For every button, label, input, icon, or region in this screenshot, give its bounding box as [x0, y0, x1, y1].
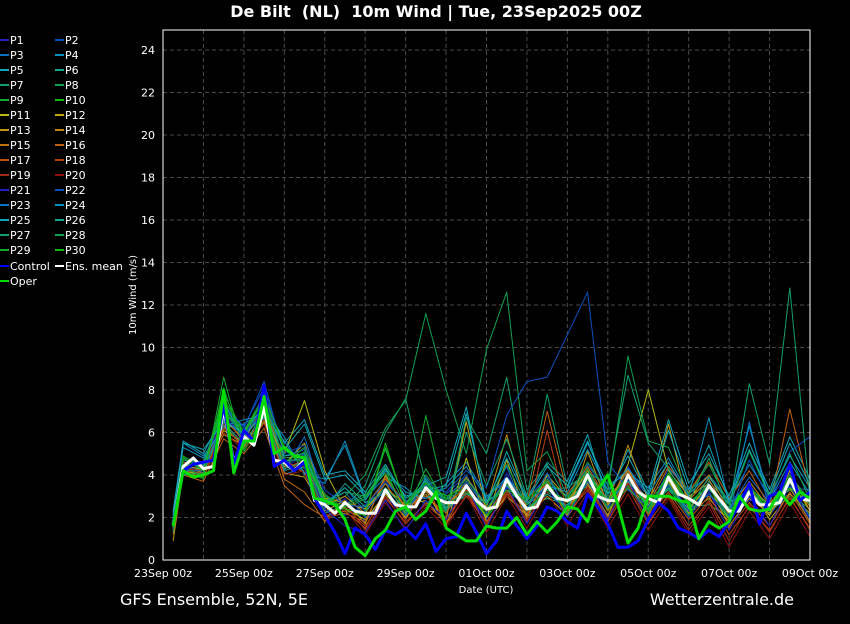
legend-label-p21: P21	[10, 184, 31, 197]
legend-label-p1: P1	[10, 34, 24, 47]
legend-label-p27: P27	[10, 229, 31, 242]
legend-label-p10: P10	[65, 94, 86, 107]
brand-label: Wetterzentrale.de	[650, 590, 794, 609]
legend-label-p11: P11	[10, 109, 31, 122]
x-tick-label: 07Oct 00z	[701, 567, 758, 580]
legend-label-p24: P24	[65, 199, 86, 212]
x-axis-ticks: 23Sep 00z 25Sep 00z 27Sep 00z 29Sep 00z 01Oc…	[134, 567, 838, 580]
x-axis-label: Date (UTC)	[459, 585, 514, 596]
y-tick-label: 10	[141, 341, 155, 354]
y-tick-label: 18	[141, 171, 155, 184]
chart-title: De Bilt (NL) 10m Wind | Tue, 23Sep2025 0…	[230, 2, 642, 22]
legend-label-p28: P28	[65, 229, 86, 242]
legend-label-control: Control	[10, 260, 50, 273]
x-tick-label: 09Oct 00z	[782, 567, 839, 580]
y-tick-label: 24	[141, 44, 155, 57]
y-tick-label: 8	[148, 384, 155, 397]
y-tick-label: 16	[141, 214, 155, 227]
legend-label-p20: P20	[65, 169, 86, 182]
legend-label-p7: P7	[10, 79, 24, 92]
x-tick-label: 03Oct 00z	[539, 567, 596, 580]
x-tick-label: 01Oct 00z	[458, 567, 515, 580]
legend-label-p4: P4	[65, 49, 79, 62]
legend-label-p15: P15	[10, 139, 31, 152]
legend-label-oper: Oper	[10, 275, 37, 288]
legend-label-p9: P9	[10, 94, 24, 107]
y-tick-label: 20	[141, 129, 155, 142]
y-tick-label: 22	[141, 86, 155, 99]
legend-label-p17: P17	[10, 154, 31, 167]
legend-label-p5: P5	[10, 64, 24, 77]
x-tick-label: 29Sep 00z	[377, 567, 435, 580]
legend-label-p8: P8	[65, 79, 79, 92]
x-tick-label: 05Oct 00z	[620, 567, 677, 580]
legend-label-p23: P23	[10, 199, 31, 212]
y-tick-label: 12	[141, 299, 155, 312]
y-tick-label: 2	[148, 511, 155, 524]
legend-label-p13: P13	[10, 124, 31, 137]
legend-label-p18: P18	[65, 154, 86, 167]
legend-label-p26: P26	[65, 214, 86, 227]
legend-label-p12: P12	[65, 109, 86, 122]
legend-label-p22: P22	[65, 184, 86, 197]
legend-label-p25: P25	[10, 214, 31, 227]
y-tick-label: 4	[148, 469, 155, 482]
x-tick-label: 23Sep 00z	[134, 567, 192, 580]
legend-label-p19: P19	[10, 169, 31, 182]
x-tick-label: 25Sep 00z	[215, 567, 273, 580]
source-label: GFS Ensemble, 52N, 5E	[120, 590, 308, 609]
legend-label-p14: P14	[65, 124, 86, 137]
legend-label-ens-mean: Ens. mean	[65, 260, 123, 273]
ensemble-wind-chart: De Bilt (NL) 10m Wind | Tue, 23Sep2025 0…	[0, 0, 850, 620]
y-tick-label: 0	[148, 554, 155, 567]
y-axis-label: 10m Wind (m/s)	[128, 255, 139, 335]
legend-label-p29: P29	[10, 244, 31, 257]
legend-label-p3: P3	[10, 49, 24, 62]
y-tick-label: 14	[141, 256, 155, 269]
y-tick-label: 6	[148, 426, 155, 439]
legend-label-p30: P30	[65, 244, 86, 257]
x-tick-label: 27Sep 00z	[296, 567, 354, 580]
legend-label-p2: P2	[65, 34, 79, 47]
legend-label-p6: P6	[65, 64, 79, 77]
legend-label-p16: P16	[65, 139, 86, 152]
